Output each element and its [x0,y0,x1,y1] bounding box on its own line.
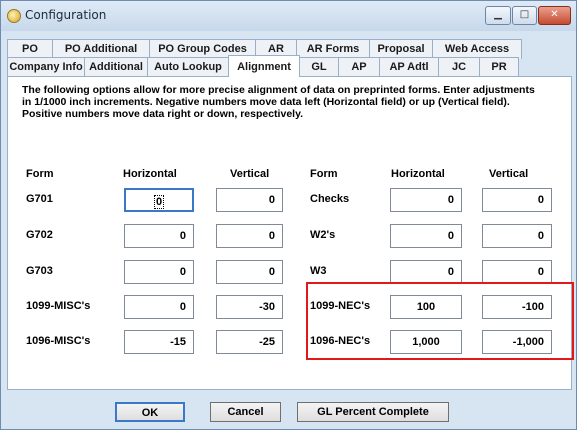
header-horizontal-left: Horizontal [123,168,177,180]
w2-horizontal-input[interactable]: 0 [390,224,462,248]
tab-jc[interactable]: JC [438,57,480,77]
minimize-icon[interactable]: ▁ [485,6,511,25]
cancel-button[interactable]: Cancel [210,402,281,422]
g701-horizontal-input[interactable]: 0 [124,188,194,212]
w2-vertical-input[interactable]: 0 [482,224,552,248]
g703-vertical-input[interactable]: 0 [216,260,283,284]
tab-web-access[interactable]: Web Access [432,39,522,59]
tab-row-2: Company Info Additional Auto Lookup Alig… [7,55,519,77]
form-label-w3: W3 [310,265,327,277]
nec-highlight-box [306,282,574,360]
g702-vertical-input[interactable]: 0 [216,224,283,248]
tab-company-info[interactable]: Company Info [7,57,85,77]
tab-pr[interactable]: PR [479,57,519,77]
form-label-w2: W2's [310,229,336,241]
checks-vertical-input[interactable]: 0 [482,188,552,212]
1096-misc-vertical-input[interactable]: -25 [216,330,283,354]
tab-gl[interactable]: GL [299,57,339,77]
tab-additional[interactable]: Additional [84,57,148,77]
title-bar: Configuration ▁ □ ✕ [1,1,576,31]
form-label-g701: G701 [26,193,53,205]
form-label-1099-misc: 1099-MISC's [26,300,91,312]
ok-button[interactable]: OK [115,402,185,422]
tab-alignment[interactable]: Alignment [228,55,300,77]
form-label-1096-misc: 1096-MISC's [26,335,91,347]
w3-vertical-input[interactable]: 0 [482,260,552,284]
g702-horizontal-input[interactable]: 0 [124,224,194,248]
1096-misc-horizontal-input[interactable]: -15 [124,330,194,354]
alignment-description: The following options allow for more pre… [22,84,535,120]
header-vertical-right: Vertical [489,168,529,180]
configuration-window: Configuration ▁ □ ✕ PO PO Additional PO … [0,0,577,430]
close-icon[interactable]: ✕ [538,6,571,25]
1099-misc-horizontal-input[interactable]: 0 [124,295,194,319]
gl-percent-complete-button[interactable]: GL Percent Complete [297,402,449,422]
w3-horizontal-input[interactable]: 0 [390,260,462,284]
header-horizontal-right: Horizontal [391,168,445,180]
form-label-g703: G703 [26,265,53,277]
tab-po[interactable]: PO [7,39,53,59]
form-label-checks: Checks [310,193,350,205]
maximize-icon[interactable]: □ [512,6,537,25]
app-icon [7,9,21,23]
alignment-panel: The following options allow for more pre… [7,76,574,422]
header-form-left: Form [26,168,54,180]
header-vertical-left: Vertical [230,168,270,180]
form-label-g702: G702 [26,229,53,241]
g701-vertical-input[interactable]: 0 [216,188,283,212]
1099-misc-vertical-input[interactable]: -30 [216,295,283,319]
window-title: Configuration [25,8,107,22]
tab-po-additional[interactable]: PO Additional [52,39,150,59]
tab-auto-lookup[interactable]: Auto Lookup [147,57,229,77]
tab-ap[interactable]: AP [338,57,380,77]
checks-horizontal-input[interactable]: 0 [390,188,462,212]
header-form-right: Form [310,168,338,180]
tab-proposal[interactable]: Proposal [369,39,433,59]
tab-ar-forms[interactable]: AR Forms [296,39,370,59]
g703-horizontal-input[interactable]: 0 [124,260,194,284]
tab-ap-adtl[interactable]: AP Adtl [379,57,439,77]
g701-horizontal-value: 0 [153,195,165,209]
